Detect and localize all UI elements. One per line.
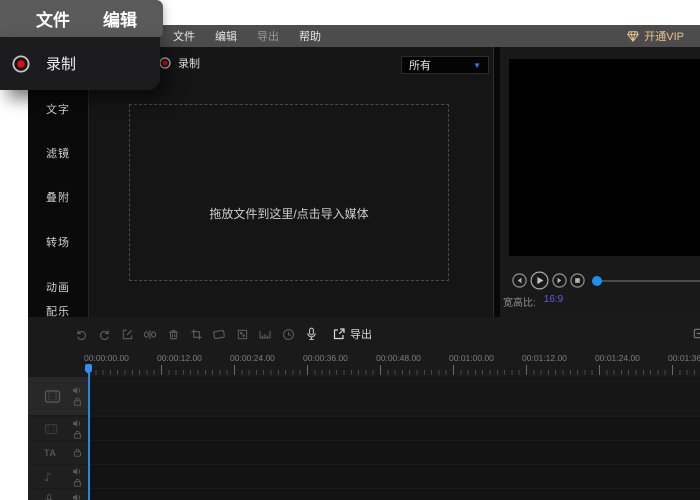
- record-button[interactable]: 录制: [159, 55, 200, 71]
- track-row: TA: [28, 441, 700, 464]
- film-icon: [44, 389, 61, 404]
- track-lane-pip[interactable]: [89, 417, 700, 440]
- export-icon: [332, 327, 346, 341]
- record-icon: [159, 57, 171, 69]
- edit-icon[interactable]: [120, 327, 134, 341]
- track-row: ♪: [28, 465, 700, 488]
- next-frame-button[interactable]: [552, 273, 567, 288]
- lock-icon[interactable]: [73, 397, 82, 406]
- timeline-section: 导出 00:00:00.00 00:00:12.00 00:00:24.00 0…: [28, 317, 700, 500]
- media-filter-dropdown[interactable]: 所有 ▼: [401, 56, 489, 74]
- ruler-label: 00:00:12.00: [157, 353, 202, 363]
- export-button[interactable]: 导出: [332, 326, 372, 342]
- callout-record-dropdown[interactable]: 录制: [0, 37, 160, 90]
- panel-divider: [493, 47, 494, 317]
- dropzone-hint: 拖放文件到这里/点击导入媒体: [130, 205, 448, 222]
- split-icon[interactable]: [143, 327, 157, 341]
- vip-button[interactable]: 开通VIP: [627, 28, 684, 44]
- track-lane-text[interactable]: [89, 441, 700, 464]
- sidebar-item-text[interactable]: 文字: [28, 101, 88, 117]
- callout-menu-file[interactable]: 文件: [36, 6, 70, 31]
- callout-menu-bar: 文件 编辑: [0, 0, 163, 37]
- callout-record-label: 录制: [46, 53, 76, 74]
- speaker-icon[interactable]: [72, 467, 82, 476]
- track-lane-music[interactable]: [89, 465, 700, 488]
- ruler-label: 00:01:36.00: [668, 353, 700, 363]
- fit-timeline-icon[interactable]: [692, 327, 700, 340]
- undo-icon[interactable]: [74, 327, 88, 341]
- playhead-line: [88, 364, 90, 500]
- ruler-label: 00:01:00.00: [449, 353, 494, 363]
- import-dropzone[interactable]: 拖放文件到这里/点击导入媒体: [129, 104, 449, 281]
- video-viewport: [509, 59, 700, 256]
- ruler-label: 00:00:36.00: [303, 353, 348, 363]
- mic-icon: [44, 493, 54, 500]
- crop-icon[interactable]: [189, 327, 203, 341]
- ruler-label: 00:00:00.00: [84, 353, 129, 363]
- track-lane-video[interactable]: [89, 377, 700, 415]
- playback-controls: [512, 271, 585, 290]
- aspect-ratio-row: 宽高比: 16:9: [503, 294, 563, 309]
- track-lane-voice[interactable]: [89, 489, 700, 500]
- vip-diamond-icon: [627, 31, 639, 42]
- track-row: [28, 377, 700, 415]
- menu-export[interactable]: 导出: [257, 28, 279, 44]
- speaker-icon[interactable]: [72, 493, 82, 500]
- lock-icon[interactable]: [73, 448, 82, 457]
- mosaic-icon[interactable]: [235, 327, 249, 341]
- callout-menu-edit[interactable]: 编辑: [103, 6, 137, 31]
- preview-seek-track[interactable]: [593, 280, 700, 282]
- film-icon: [44, 423, 58, 435]
- dropdown-value: 所有: [409, 57, 473, 73]
- music-note-icon: ♪: [44, 470, 52, 484]
- record-icon: [12, 55, 30, 73]
- text-track-icon: TA: [44, 448, 56, 458]
- sidebar-item-overlay[interactable]: 叠附: [28, 189, 88, 205]
- ruler-label: 00:00:24.00: [230, 353, 275, 363]
- timeline-toolbar: 导出: [74, 326, 372, 342]
- delete-icon[interactable]: [166, 327, 180, 341]
- timeline-ruler[interactable]: [88, 365, 700, 375]
- ruler-icon[interactable]: [258, 327, 272, 341]
- ruler-label: 00:00:48.00: [376, 353, 421, 363]
- lock-icon[interactable]: [73, 430, 82, 439]
- track-header-music[interactable]: ♪: [28, 465, 88, 488]
- sidebar-item-transition[interactable]: 转场: [28, 234, 88, 250]
- track-header-video[interactable]: [28, 377, 88, 415]
- sidebar-item-animation[interactable]: 动画: [28, 279, 88, 295]
- speaker-icon[interactable]: [72, 419, 82, 428]
- redo-icon[interactable]: [97, 327, 111, 341]
- play-button[interactable]: [530, 271, 549, 290]
- export-label: 导出: [350, 326, 372, 342]
- previous-frame-button[interactable]: [512, 273, 527, 288]
- track-row: [28, 489, 700, 500]
- menu-edit[interactable]: 编辑: [215, 28, 237, 44]
- track-header-pip[interactable]: [28, 417, 88, 440]
- track-header-voice[interactable]: [28, 489, 88, 500]
- aspect-ratio-value[interactable]: 16:9: [544, 294, 563, 309]
- track-header-text[interactable]: TA: [28, 441, 88, 464]
- menu-file[interactable]: 文件: [173, 28, 195, 44]
- aspect-ratio-label: 宽高比:: [503, 294, 536, 309]
- ruler-label: 00:01:24.00: [595, 353, 640, 363]
- vip-label: 开通VIP: [644, 28, 684, 44]
- menu-help[interactable]: 帮助: [299, 28, 321, 44]
- speaker-icon[interactable]: [72, 386, 82, 395]
- duration-icon[interactable]: [281, 327, 295, 341]
- ruler-label: 00:01:12.00: [522, 353, 567, 363]
- preview-seek-handle[interactable]: [592, 276, 602, 286]
- chevron-down-icon: ▼: [473, 61, 481, 70]
- sidebar-item-filter[interactable]: 滤镜: [28, 145, 88, 161]
- voiceover-mic-icon[interactable]: [304, 327, 318, 341]
- record-label: 录制: [178, 55, 200, 71]
- lock-icon[interactable]: [73, 478, 82, 487]
- stop-button[interactable]: [570, 273, 585, 288]
- track-row: [28, 417, 700, 440]
- speed-icon[interactable]: [212, 327, 226, 341]
